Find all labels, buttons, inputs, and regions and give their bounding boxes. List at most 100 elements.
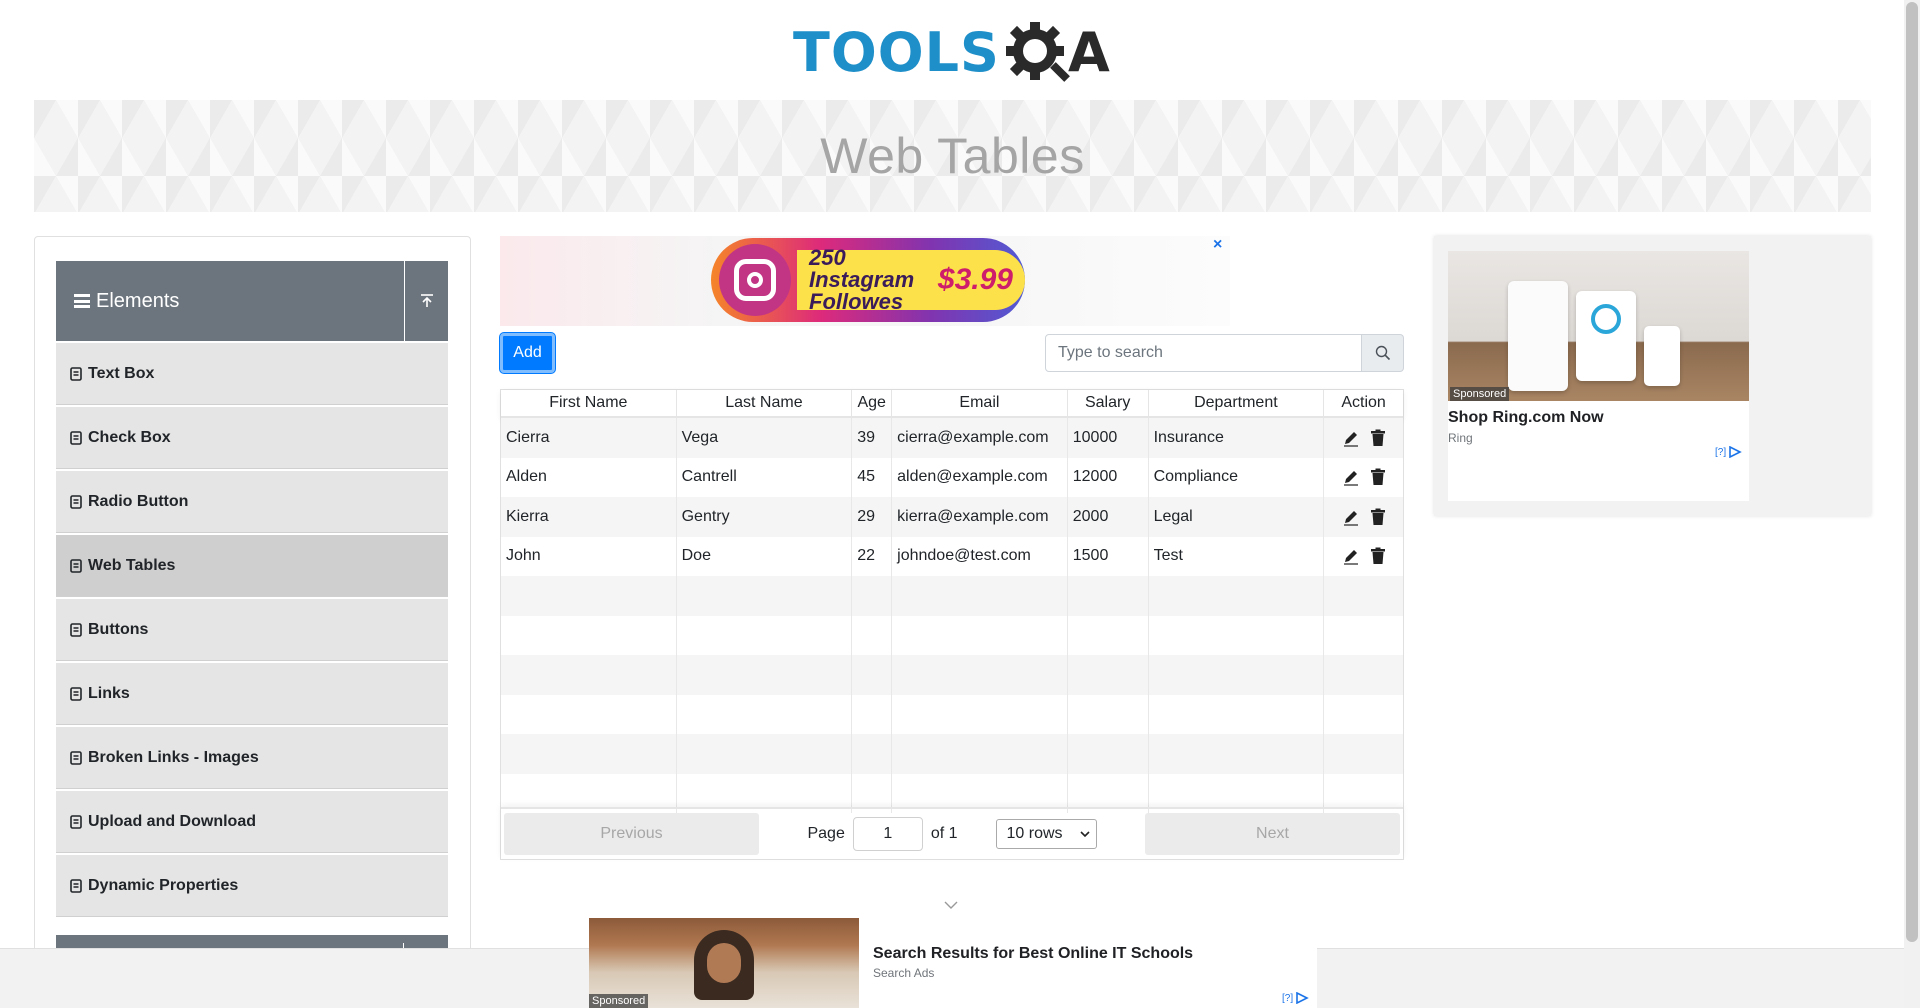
menu-icon [74, 292, 90, 311]
file-icon [70, 558, 82, 573]
sidebar-item-label: Text Box [88, 364, 155, 382]
table-cell: Gentry [677, 497, 853, 537]
column-header[interactable]: Email [892, 390, 1068, 416]
ad-title[interactable]: Shop Ring.com Now [1448, 409, 1604, 427]
ad-banner-bottom[interactable]: Sponsored Search Results for Best Online… [589, 918, 1317, 1008]
column-header[interactable]: Department [1149, 390, 1325, 416]
edit-record-button[interactable] [1342, 429, 1360, 447]
table-cell: Cierra [501, 418, 677, 458]
page-info: Page 1 of 1 10 rows [759, 817, 1145, 851]
file-icon [70, 366, 82, 381]
add-record-button[interactable]: Add [500, 333, 555, 373]
sidebar-item-check-box[interactable]: Check Box [56, 407, 448, 469]
table-cell [892, 694, 1068, 734]
ad-sidebar-right[interactable]: Sponsored Shop Ring.com Now Ring [?] [1434, 236, 1871, 516]
table-cell: 2000 [1068, 497, 1149, 537]
ad-price: $3.99 [937, 263, 1013, 296]
edit-record-button[interactable] [1342, 508, 1360, 526]
sidebar-item-label: Upload and Download [88, 812, 256, 830]
table-cell: 45 [852, 457, 893, 497]
table-row: Alden Cantrell 45 alden@example.com 12000 Com… [501, 457, 1403, 497]
delete-record-button[interactable] [1370, 547, 1386, 565]
ad-title[interactable]: Search Results for Best Online IT School… [873, 945, 1193, 963]
table-cell [501, 615, 677, 655]
adchoices[interactable]: [?] [1715, 446, 1742, 458]
delete-record-button[interactable] [1370, 508, 1386, 526]
previous-button[interactable]: Previous [504, 813, 759, 855]
next-button[interactable]: Next [1145, 813, 1400, 855]
trash-icon [1370, 508, 1385, 525]
sidebar-item-label: Links [88, 684, 130, 702]
rows-per-page-select[interactable]: 10 rows [995, 819, 1097, 849]
table-cell [501, 655, 677, 695]
table-cell: Test [1149, 536, 1325, 576]
ad-text: 250 Instagram Followes $3.99 [797, 247, 1025, 313]
sidebar-item-buttons[interactable]: Buttons [56, 599, 448, 661]
table-cell [677, 734, 853, 774]
collapse-toggle[interactable] [404, 261, 448, 341]
adchoices[interactable]: [?] [1282, 992, 1309, 1004]
table-row [501, 576, 1403, 616]
action-cell [1324, 655, 1403, 695]
table-cell [677, 615, 853, 655]
table-row: Cierra Vega 39 cierra@example.com 10000 Insur… [501, 418, 1403, 458]
sidebar-item-web-tables[interactable]: Web Tables [56, 535, 448, 597]
ad-card[interactable]: Sponsored Shop Ring.com Now Ring [?] [1448, 251, 1749, 501]
edit-record-button[interactable] [1342, 468, 1360, 486]
delete-record-button[interactable] [1370, 468, 1386, 486]
column-header[interactable]: Salary [1068, 390, 1149, 416]
sidebar-item-links[interactable]: Links [56, 663, 448, 725]
ad-image: Sponsored [1448, 251, 1749, 401]
sidebar-item-label: Radio Button [88, 492, 189, 510]
sidebar-item-radio-button[interactable]: Radio Button [56, 471, 448, 533]
upload-icon [420, 294, 433, 307]
page-number-input[interactable]: 1 [852, 817, 923, 851]
file-icon [70, 686, 82, 701]
page-scrollbar[interactable] [1904, 0, 1920, 1008]
table-cell: cierra@example.com [892, 418, 1068, 458]
column-header[interactable]: First Name [501, 390, 677, 416]
trash-icon [1370, 468, 1385, 486]
chevron-down-icon[interactable] [944, 900, 958, 910]
edit-icon [1343, 510, 1358, 526]
sidebar-item-upload-download[interactable]: Upload and Download [56, 791, 448, 853]
sponsored-label: Sponsored [589, 994, 649, 1008]
ad-banner-top[interactable]: 250 Instagram Followes $3.99 × [500, 236, 1230, 326]
toolsqa-logo[interactable]: TOOLS A [793, 15, 1110, 90]
ad-close-icon[interactable]: × [1213, 236, 1222, 254]
column-header[interactable]: Action [1324, 390, 1403, 416]
table-cell [677, 694, 853, 734]
edit-icon [1343, 550, 1358, 565]
table-cell: johndoe@test.com [892, 536, 1068, 576]
column-header[interactable]: Age [852, 390, 893, 416]
file-icon [70, 814, 82, 829]
delete-record-button[interactable] [1370, 429, 1386, 447]
ad-creative[interactable]: 250 Instagram Followes $3.99 [711, 238, 1025, 322]
table-cell [1068, 734, 1149, 774]
table-cell [1149, 615, 1325, 655]
table-cell [892, 734, 1068, 774]
edit-record-button[interactable] [1342, 547, 1360, 565]
search-button[interactable] [1362, 334, 1404, 372]
table-cell [1149, 655, 1325, 695]
ad-image: Sponsored [589, 918, 859, 1008]
table-cell: 1500 [1068, 536, 1149, 576]
table-cell [892, 576, 1068, 616]
scrollbar-thumb[interactable] [1906, 2, 1918, 942]
sidebar-item-text-box[interactable]: Text Box [56, 343, 448, 405]
sponsored-label: Sponsored [1450, 387, 1510, 401]
page-total: of 1 [930, 825, 958, 842]
group-header-elements[interactable]: Elements [56, 261, 448, 341]
column-header[interactable]: Last Name [677, 390, 853, 416]
student-face [707, 943, 741, 983]
action-cell [1324, 537, 1403, 577]
file-icon [70, 878, 82, 893]
search-input[interactable]: Type to search [1045, 334, 1362, 372]
table-row [501, 655, 1403, 695]
table-cell [852, 734, 893, 774]
gear-icon [1002, 18, 1072, 88]
sidebar-item-dynamic-properties[interactable]: Dynamic Properties [56, 855, 448, 917]
sidebar-item-broken-links[interactable]: Broken Links - Images [56, 727, 448, 789]
adchoices-help: [?] [1715, 446, 1727, 458]
table-cell: kierra@example.com [892, 497, 1068, 537]
